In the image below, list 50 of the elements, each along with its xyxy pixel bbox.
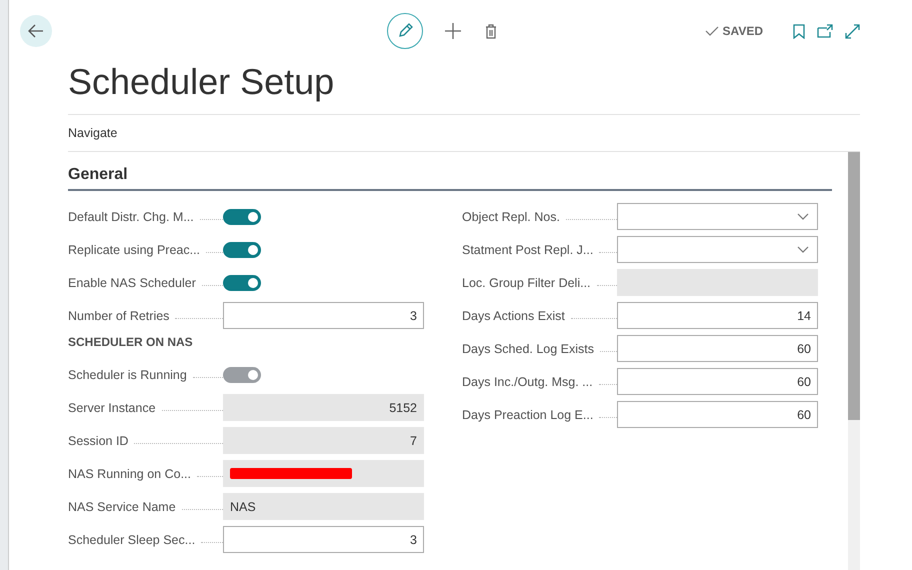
open-new-window-button[interactable]: [815, 22, 835, 40]
readonly-field: NAS: [223, 493, 424, 520]
page-title: Scheduler Setup: [68, 62, 336, 104]
field-label: Number of Retries: [68, 308, 170, 322]
input-field[interactable]: 60: [617, 335, 818, 362]
arrow-left-icon: [28, 24, 44, 38]
input-field[interactable]: 3: [223, 526, 424, 553]
field-label: Session ID: [68, 434, 128, 448]
field-label: Enable NAS Scheduler: [68, 276, 196, 290]
checkmark-icon: [704, 26, 719, 36]
field-label: Days Inc./Outg. Msg. ...: [462, 374, 593, 388]
expand-button[interactable]: [843, 22, 862, 40]
readonly-field: 7: [223, 427, 424, 454]
toggle-switch[interactable]: [223, 274, 261, 290]
navigate-menu[interactable]: Navigate: [68, 126, 118, 140]
input-field[interactable]: 60: [617, 401, 818, 428]
scrollbar-thumb[interactable]: [848, 152, 860, 420]
field-label: Scheduler is Running: [68, 368, 187, 382]
field-label: Replicate using Preac...: [68, 242, 200, 256]
dropdown-field[interactable]: [617, 236, 818, 263]
input-field[interactable]: 14: [617, 302, 818, 329]
field-label: Days Sched. Log Exists: [462, 342, 594, 356]
group-heading: SCHEDULER ON NAS: [68, 334, 194, 351]
section-title[interactable]: General: [68, 166, 832, 191]
field-label: Scheduler Sleep Sec...: [68, 532, 196, 546]
field-label: NAS Service Name: [68, 500, 176, 514]
dropdown-field[interactable]: [617, 203, 818, 230]
back-button[interactable]: [20, 15, 52, 47]
field-label: Server Instance: [68, 400, 156, 414]
field-label: Default Distr. Chg. M...: [68, 210, 194, 224]
field-label: Loc. Group Filter Deli...: [462, 276, 591, 290]
input-field[interactable]: 60: [617, 368, 818, 395]
field-label: Days Preaction Log E...: [462, 408, 594, 422]
add-button[interactable]: [443, 21, 463, 41]
toggle-switch[interactable]: [223, 208, 261, 224]
bookmark-button[interactable]: [791, 22, 807, 40]
pencil-icon: [397, 23, 413, 39]
field-label: Object Repl. Nos.: [462, 210, 560, 224]
field-label: Days Actions Exist: [462, 308, 565, 322]
edit-button[interactable]: [387, 13, 423, 49]
chevron-down-icon: [797, 213, 809, 220]
scrollbar[interactable]: [848, 152, 860, 570]
input-field[interactable]: 3: [223, 302, 424, 329]
delete-button[interactable]: [483, 22, 499, 40]
field-label: NAS Running on Co...: [68, 466, 191, 480]
saved-status: SAVED: [722, 24, 763, 38]
toggle-switch[interactable]: [223, 242, 261, 258]
readonly-field: 5152: [223, 394, 424, 421]
field-label: Statment Post Repl. J...: [462, 242, 594, 256]
chevron-down-icon: [797, 246, 809, 253]
